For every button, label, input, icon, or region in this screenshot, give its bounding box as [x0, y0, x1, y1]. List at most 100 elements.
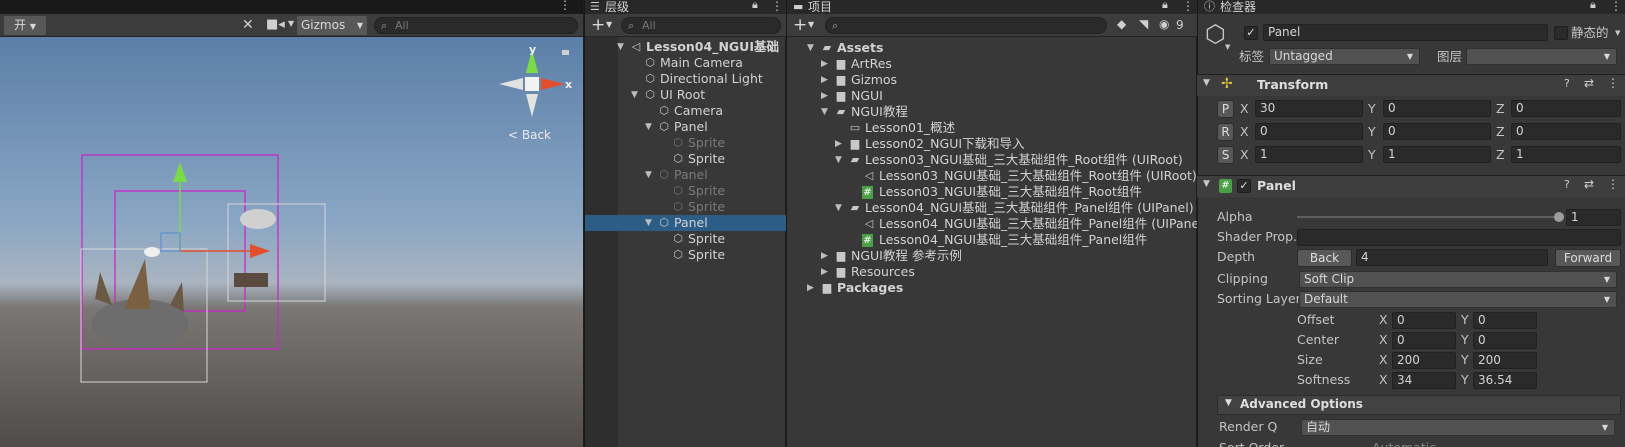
- expand-arrow-icon[interactable]: ▼: [645, 215, 652, 231]
- more-options-icon[interactable]: ⋮: [559, 0, 571, 12]
- tree-row[interactable]: ▶ ▆ NGUI: [787, 88, 1197, 104]
- project-search-input[interactable]: ⌕: [825, 17, 1107, 34]
- light-icon[interactable]: [144, 247, 160, 257]
- add-icon[interactable]: +: [591, 15, 605, 35]
- orientation-center-icon[interactable]: [525, 77, 539, 91]
- center-x-field[interactable]: 0: [1392, 332, 1456, 349]
- transform-z-field[interactable]: 0: [1511, 100, 1621, 117]
- transform-y-field[interactable]: 0: [1383, 100, 1491, 117]
- transform-z-field[interactable]: 1: [1511, 146, 1621, 163]
- clipping-dropdown[interactable]: Soft Clip ▼: [1299, 271, 1617, 288]
- alpha-field[interactable]: 1: [1566, 209, 1621, 226]
- chevron-down-icon[interactable]: ▼: [1225, 43, 1230, 51]
- sorting-layer-dropdown[interactable]: Default ▼: [1299, 291, 1617, 308]
- scene-gizmos[interactable]: [0, 37, 583, 447]
- render-q-dropdown[interactable]: 自动 ▼: [1301, 419, 1615, 436]
- depth-back-button[interactable]: Back: [1297, 249, 1352, 267]
- tree-row[interactable]: ▼ ⬡ UI Root: [585, 87, 786, 103]
- help-icon[interactable]: ?: [1564, 178, 1570, 191]
- orientation-x-icon[interactable]: [541, 78, 565, 90]
- hidden-eye-icon[interactable]: ◉: [1159, 17, 1169, 31]
- transform-y-field[interactable]: 1: [1383, 146, 1491, 163]
- tree-row[interactable]: ▼ ⬡ Panel: [585, 167, 786, 183]
- more-options-icon[interactable]: ⋮: [1610, 0, 1622, 13]
- transform-header[interactable]: ▼ ✢ Transform ? ⇄ ⋮: [1197, 74, 1625, 96]
- transform-x-field[interactable]: 1: [1255, 146, 1363, 163]
- tree-row[interactable]: ▶ ▆ Resources: [787, 264, 1197, 280]
- tree-row[interactable]: ⬡ Camera: [585, 103, 786, 119]
- tree-row[interactable]: ⬡ Sprite: [585, 231, 786, 247]
- more-options-icon[interactable]: ⋮: [766, 39, 779, 55]
- depth-forward-button[interactable]: Forward: [1555, 249, 1621, 267]
- tree-row[interactable]: ◁ Lesson04_NGUI基础_三大基础组件_Panel组件 (UIPanel…: [787, 216, 1208, 232]
- presets-icon[interactable]: ⇄: [1584, 76, 1594, 90]
- tree-row[interactable]: ▼ ◁ Lesson04_NGUI基础 ⋮: [585, 39, 786, 55]
- tree-row[interactable]: ▶ ▆ Gizmos: [787, 72, 1197, 88]
- plane-handle[interactable]: [160, 232, 181, 252]
- tree-row[interactable]: ⬡ Sprite: [585, 247, 786, 263]
- depth-field[interactable]: 4: [1356, 249, 1548, 266]
- expand-arrow-icon[interactable]: ▼: [645, 167, 652, 183]
- scene-view[interactable]: ⋮ 开 ▼ ✕ ■◂ ▼ Gizmos ▼ ⌕ All y x < Back: [0, 0, 583, 447]
- tree-row[interactable]: # Lesson04_NGUI基础_三大基础组件_Panel组件: [787, 232, 1197, 248]
- transform-x-field[interactable]: 30: [1255, 100, 1363, 117]
- tree-row[interactable]: ▶ ▆ NGUI教程 参考示例: [787, 248, 1197, 264]
- softness-y-field[interactable]: 36.54: [1473, 372, 1537, 389]
- expand-arrow-icon[interactable]: ▼: [835, 200, 842, 216]
- expand-arrow-icon[interactable]: ▼: [835, 152, 842, 168]
- more-options-icon[interactable]: ⋮: [1607, 76, 1619, 90]
- label-icon[interactable]: ◥: [1139, 17, 1148, 31]
- center-y-field[interactable]: 0: [1473, 332, 1537, 349]
- transform-x-field[interactable]: 0: [1255, 123, 1363, 140]
- offset-y-field[interactable]: 0: [1473, 312, 1537, 329]
- expand-arrow-icon[interactable]: ▼: [807, 40, 814, 56]
- expand-arrow-icon[interactable]: ▼: [645, 119, 652, 135]
- tree-row[interactable]: ⬡ Sprite: [585, 151, 786, 167]
- tree-row[interactable]: ▶ ▆ ArtRes: [787, 56, 1197, 72]
- expand-arrow-icon[interactable]: ▼: [617, 39, 624, 55]
- tree-row[interactable]: ▭ Lesson01_概述: [787, 120, 1197, 136]
- tree-row[interactable]: ▶ ▆ Lesson02_NGUI下载和导入: [787, 136, 1197, 152]
- tree-row[interactable]: ⬡ Directional Light: [585, 71, 786, 87]
- collapse-arrow-icon[interactable]: ▶: [821, 56, 828, 72]
- scene-search-input[interactable]: ⌕ All: [374, 17, 578, 34]
- chevron-down-icon[interactable]: ▼: [1203, 78, 1210, 88]
- help-icon[interactable]: ?: [1564, 77, 1570, 90]
- transform-r-button[interactable]: R: [1217, 123, 1234, 141]
- tree-row[interactable]: ▶ ▆ Packages: [787, 280, 1197, 296]
- size-x-field[interactable]: 200: [1392, 352, 1456, 369]
- collapse-arrow-icon[interactable]: ▶: [807, 280, 814, 296]
- chevron-down-icon[interactable]: ▼: [288, 19, 294, 28]
- more-options-icon[interactable]: ⋮: [771, 0, 783, 13]
- tree-row[interactable]: ▼ ⬡ Panel: [585, 119, 786, 135]
- layer-dropdown[interactable]: ▼: [1466, 48, 1617, 65]
- softness-x-field[interactable]: 34: [1392, 372, 1456, 389]
- advanced-options-foldout[interactable]: ▼ Advanced Options: [1217, 395, 1621, 415]
- shell-model[interactable]: [240, 209, 276, 229]
- lock-icon[interactable]: [562, 50, 569, 55]
- alpha-slider-track[interactable]: [1297, 216, 1559, 218]
- offset-x-field[interactable]: 0: [1392, 312, 1456, 329]
- tree-row[interactable]: ▼ ▰ Assets: [787, 40, 1197, 56]
- tree-row[interactable]: ◁ Lesson03_NGUI基础_三大基础组件_Root组件 (UIRoot): [787, 168, 1197, 184]
- panel-component-header[interactable]: ▼ # ✓ Panel ? ⇄ ⋮: [1197, 175, 1625, 197]
- tag-dropdown[interactable]: Untagged ▼: [1269, 48, 1420, 65]
- tree-row[interactable]: ▼ ▰ NGUI教程: [787, 104, 1197, 120]
- transform-z-field[interactable]: 0: [1511, 123, 1621, 140]
- gizmos-dropdown[interactable]: Gizmos ▼: [297, 16, 367, 35]
- tree-row[interactable]: ⬡ Sprite: [585, 183, 786, 199]
- panel-enabled-checkbox[interactable]: ✓: [1237, 179, 1251, 193]
- collapse-arrow-icon[interactable]: ▶: [821, 88, 828, 104]
- expand-arrow-icon[interactable]: ▼: [631, 87, 638, 103]
- size-y-field[interactable]: 200: [1473, 352, 1537, 369]
- expand-arrow-icon[interactable]: ▼: [821, 104, 828, 120]
- tree-row[interactable]: ▼ ⬡ Panel: [585, 215, 786, 231]
- collapse-arrow-icon[interactable]: ▶: [821, 72, 828, 88]
- back-label[interactable]: < Back: [508, 128, 551, 142]
- chevron-down-icon[interactable]: ▼: [1615, 29, 1620, 37]
- project-tab-label[interactable]: 项目: [808, 0, 832, 14]
- draw-mode-dropdown[interactable]: 开 ▼: [4, 16, 46, 35]
- object-name-field[interactable]: Panel: [1263, 24, 1548, 41]
- more-options-icon[interactable]: ⋮: [1607, 177, 1619, 191]
- alpha-slider-thumb[interactable]: [1554, 212, 1564, 222]
